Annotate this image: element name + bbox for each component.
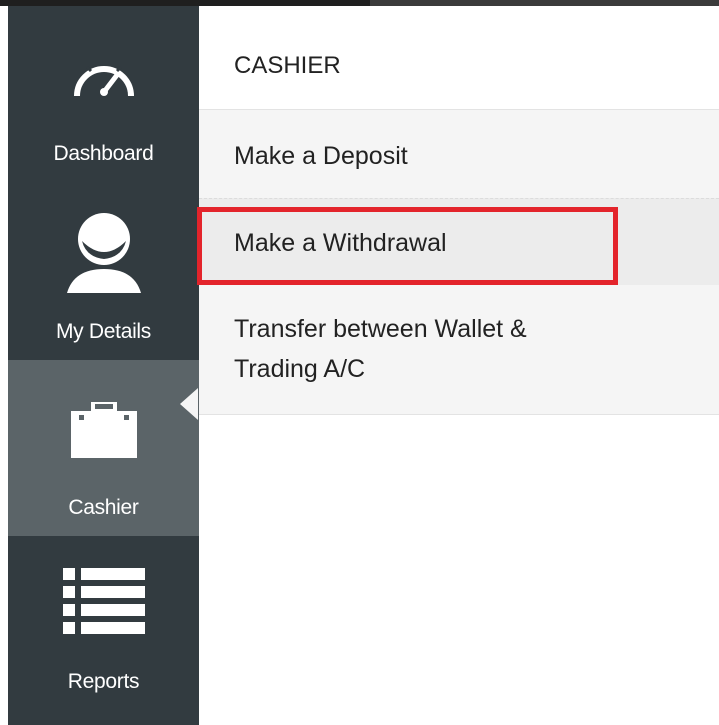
- menu-item-transfer-wallet-trading[interactable]: Transfer between Wallet & Trading A/C: [199, 285, 719, 415]
- sidebar: Dashboard My Details Cashier Reports: [8, 6, 199, 725]
- sidebar-item-my-details[interactable]: My Details: [8, 186, 199, 360]
- sidebar-item-reports[interactable]: Reports: [8, 536, 199, 725]
- submenu-header: CASHIER: [199, 6, 719, 110]
- menu-item-label-line2: Trading A/C: [234, 355, 366, 383]
- cashier-submenu: CASHIER Make a Deposit Make a Withdrawal…: [199, 6, 719, 415]
- user-icon: [64, 211, 144, 298]
- sidebar-item-label: Cashier: [68, 496, 139, 519]
- sidebar-item-label: My Details: [55, 320, 152, 343]
- sidebar-item-dashboard[interactable]: Dashboard: [8, 6, 199, 186]
- sidebar-item-cashier[interactable]: Cashier: [8, 360, 199, 536]
- menu-item-make-withdrawal[interactable]: Make a Withdrawal: [199, 198, 719, 286]
- cashier-screen: Dashboard My Details Cashier Reports CAS…: [0, 0, 719, 725]
- briefcase-icon: [70, 400, 137, 463]
- sidebar-item-label: Reports: [67, 670, 140, 693]
- speedometer-icon: [71, 50, 137, 105]
- menu-item-label: Make a Withdrawal: [234, 229, 447, 257]
- active-item-caret: [180, 388, 198, 420]
- list-icon: [62, 568, 145, 639]
- submenu-divider: [199, 414, 719, 415]
- menu-item-make-deposit[interactable]: Make a Deposit: [199, 110, 719, 198]
- sidebar-item-label: Dashboard: [53, 142, 154, 165]
- menu-item-label: Make a Deposit: [234, 142, 408, 170]
- menu-item-label-line1: Transfer between Wallet &: [234, 315, 527, 343]
- submenu-title: CASHIER: [234, 52, 341, 79]
